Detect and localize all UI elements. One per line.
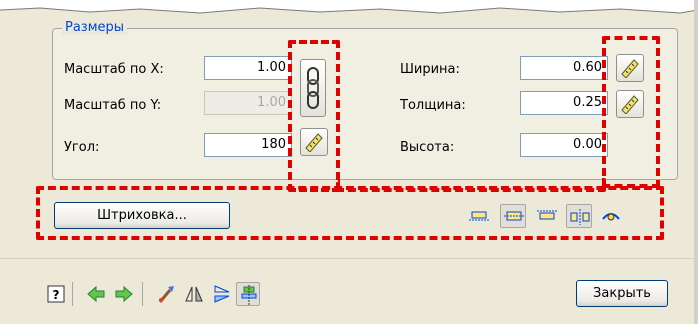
paint-button[interactable] [154, 282, 178, 306]
align-objects-button[interactable] [236, 282, 260, 306]
thickness-field[interactable]: 0.25 [520, 91, 608, 115]
highlight-box-measure [602, 36, 660, 188]
previous-button[interactable] [84, 282, 108, 306]
next-button[interactable] [112, 282, 136, 306]
align-objects-icon [241, 285, 257, 305]
thickness-label: Толщина: [400, 98, 466, 113]
toolbar-divider [142, 282, 143, 306]
svg-text:?: ? [53, 288, 60, 302]
angle-label: Угол: [64, 140, 100, 155]
help-button[interactable]: ? [44, 282, 68, 306]
width-field[interactable]: 0.60 [520, 56, 608, 80]
angle-field[interactable]: 180 [204, 133, 292, 157]
scale-x-label: Масштаб по X: [64, 62, 164, 77]
scale-y-label: Масштаб по Y: [64, 98, 162, 113]
scale-y-field[interactable]: 1.00 [204, 91, 292, 115]
mirror-horizontal-button[interactable] [210, 282, 234, 306]
paint-brush-icon [158, 286, 174, 303]
help-icon: ? [47, 285, 65, 303]
height-field[interactable]: 0.00 [520, 133, 608, 157]
highlight-box-bottom [36, 186, 664, 240]
height-label: Высота: [400, 140, 455, 155]
close-button[interactable]: Закрыть [576, 280, 668, 307]
dimensions-group-title: Размеры [62, 20, 128, 35]
mirror-horizontal-icon [214, 285, 230, 303]
mirror-vertical-icon [185, 286, 203, 302]
torn-edge [0, 0, 698, 14]
mirror-vertical-button[interactable] [182, 282, 206, 306]
highlight-box-ratio [288, 40, 340, 192]
toolbar-divider [72, 282, 73, 306]
width-label: Ширина: [400, 62, 460, 77]
window-border [694, 0, 698, 324]
arrow-right-icon [115, 285, 133, 303]
arrow-left-icon [87, 285, 105, 303]
toolbar-separator [0, 258, 698, 259]
scale-x-field[interactable]: 1.00 [204, 56, 292, 80]
